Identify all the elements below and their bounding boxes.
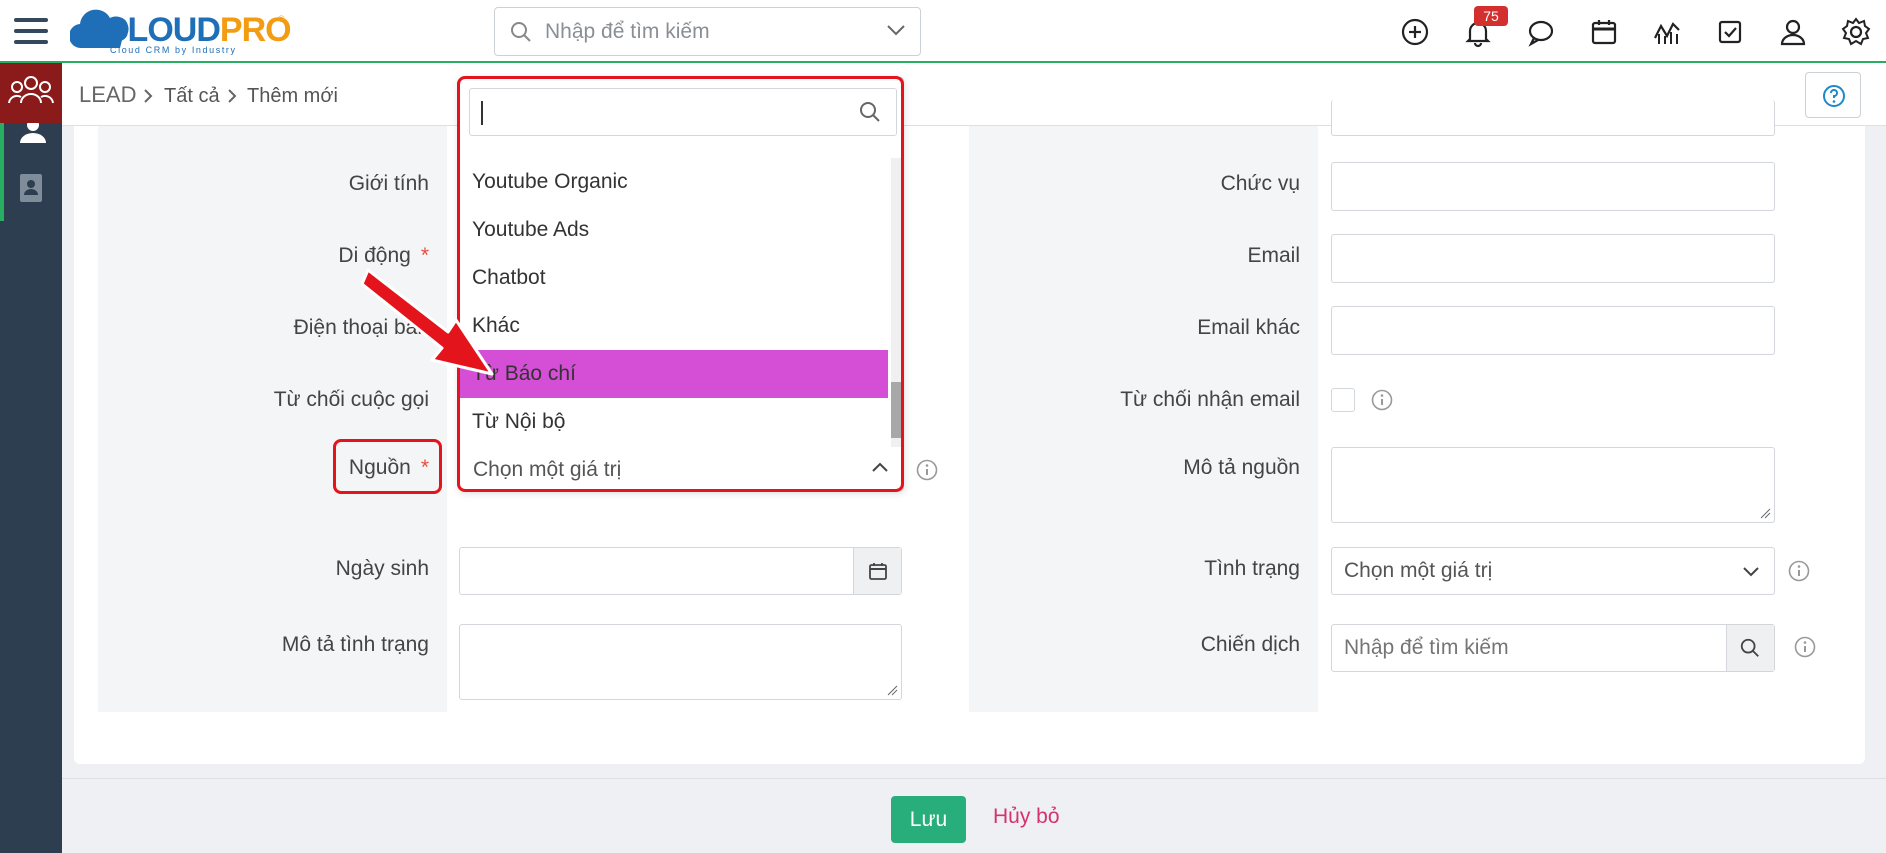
email-input[interactable] [1331,234,1775,283]
search-icon [1740,638,1759,657]
birthday-label: Ngày sinh [335,557,429,580]
dropdown-options: Youtube Organic Youtube Ads Chatbot Khác… [460,158,888,447]
gear-icon[interactable] [1840,16,1872,48]
dropdown-search[interactable] [469,88,897,136]
chat-icon[interactable] [1525,16,1557,48]
save-button[interactable]: Lưu [891,796,966,843]
source-dropdown[interactable]: Youtube Organic Youtube Ads Chatbot Khác… [459,77,904,491]
form-footer [62,778,1886,853]
chevron-down-icon[interactable] [886,23,906,37]
sidebar [0,63,62,853]
birthday-input[interactable] [459,547,902,595]
source-desc-label: Mô tả nguồn [1183,456,1300,479]
dropdown-option[interactable]: Từ Nội bộ [460,398,888,446]
chevron-right-icon [144,89,153,103]
email-refuse-checkbox[interactable] [1331,388,1355,412]
source-info-icon[interactable] [916,459,938,481]
dropdown-option[interactable]: Youtube Ads [460,206,888,254]
lead-group-icon [8,76,54,104]
dropdown-option-highlighted[interactable]: Từ Báo chí [460,350,888,398]
right-label-column [969,126,1318,712]
dropdown-scrollbar-thumb[interactable] [891,382,901,438]
calendar-icon [869,563,887,580]
source-select[interactable]: Chọn một giá trị [460,451,903,491]
dropdown-option[interactable]: Youtube Organic [460,158,888,206]
source-desc-input[interactable] [1332,448,1774,522]
source-desc-textarea[interactable] [1331,447,1775,523]
position-field[interactable] [1332,163,1774,210]
chevron-up-icon [872,462,888,472]
contact-card-icon[interactable] [19,173,43,203]
email-other-label: Email khác [1197,316,1300,339]
breadcrumb-current: Thêm mới [247,85,338,107]
search-icon [511,22,531,42]
status-desc-textarea[interactable] [459,624,902,700]
calendar-icon[interactable] [1588,16,1620,48]
contact-person-icon [20,123,46,143]
top-partial-field[interactable] [1331,100,1775,136]
status-label: Tình trạng [1204,557,1300,580]
help-circle-icon [1823,85,1845,107]
campaign-info-icon[interactable] [1794,636,1816,658]
birthday-field[interactable] [460,548,901,594]
position-input[interactable] [1331,162,1775,211]
status-select[interactable]: Chọn một giá trị [1331,547,1775,595]
gender-label: Giới tính [348,172,429,195]
resize-grip-icon[interactable] [886,684,898,696]
position-label: Chức vụ [1220,172,1300,195]
email-label: Email [1247,244,1300,267]
help-button[interactable] [1805,72,1861,118]
source-label: Nguồn * [348,456,429,479]
left-label-column [98,126,447,712]
breadcrumb-module[interactable]: LEAD [79,83,136,107]
dropdown-option[interactable]: Khác [460,302,888,350]
status-desc-input[interactable] [460,625,901,699]
notification-badge: 75 [1474,6,1508,26]
call-refuse-label: Từ chối cuộc gọi [273,388,429,411]
top-navbar: CLOUDPRO ® Cloud CRM by Industry 75 [0,0,1886,63]
email-refuse-info-icon[interactable] [1371,389,1393,411]
chevron-down-icon [1743,567,1759,577]
resize-grip-icon[interactable] [1759,507,1771,519]
search-icon [860,102,880,122]
date-picker-button[interactable] [853,548,901,594]
dropdown-search-input[interactable] [480,97,840,127]
chart-icon[interactable] [1651,16,1683,48]
phone-label: Điện thoại bàn [293,316,429,339]
email-field[interactable] [1332,235,1774,282]
campaign-label: Chiến dịch [1200,633,1300,656]
email-other-field[interactable] [1332,307,1774,354]
status-desc-label: Mô tả tình trạng [281,633,429,656]
checkbox-icon[interactable] [1714,16,1746,48]
email-refuse-label: Từ chối nhận email [1120,388,1300,411]
breadcrumb-all[interactable]: Tất cả [164,84,220,108]
hamburger-menu-icon[interactable] [12,12,50,50]
plus-circle-icon[interactable] [1399,16,1431,48]
dropdown-option[interactable]: Chatbot [460,254,888,302]
campaign-search[interactable] [1331,624,1775,672]
email-other-input[interactable] [1331,306,1775,355]
mobile-label: Di động * [338,244,429,267]
campaign-search-input[interactable] [1332,625,1722,671]
status-select-value: Chọn một giá trị [1344,559,1493,582]
text-cursor [481,101,483,125]
campaign-search-button[interactable] [1726,625,1774,671]
sidebar-item-leads[interactable] [0,63,62,123]
cancel-link[interactable]: Hủy bỏ [993,802,1060,832]
chevron-right-icon [228,89,237,103]
status-info-icon[interactable] [1788,560,1810,582]
global-search-input[interactable] [545,16,865,48]
global-search[interactable] [494,7,921,56]
sidebar-item-contacts[interactable] [0,123,62,221]
source-select-value: Chọn một giá trị [473,458,622,481]
user-icon[interactable] [1777,16,1809,48]
cloudpro-logo[interactable]: CLOUDPRO ® Cloud CRM by Industry [70,6,292,56]
